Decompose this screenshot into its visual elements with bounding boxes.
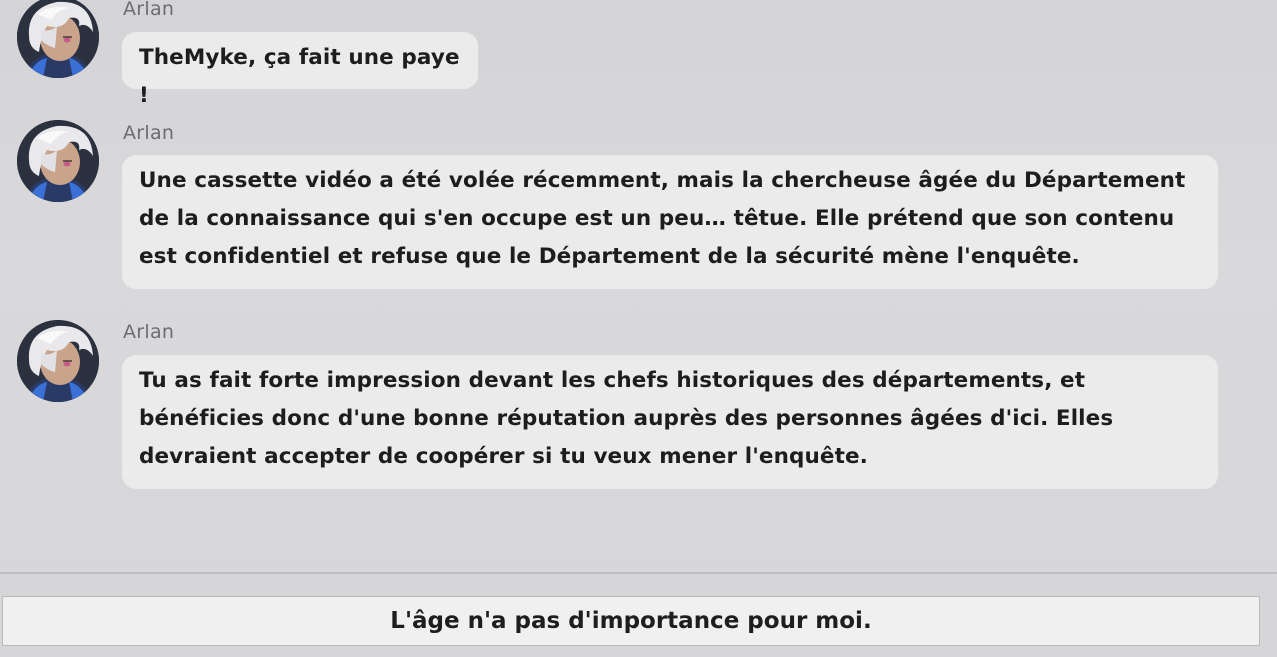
message-bubble: Tu as fait forte impression devant les c… [122, 355, 1218, 489]
avatar [17, 120, 99, 202]
reply-option-button[interactable]: L'âge n'a pas d'importance pour moi. [2, 596, 1260, 646]
sender-name: Arlan [123, 122, 175, 144]
chat-log: Arlan TheMyke, ça fait une paye ! Arlan … [0, 0, 1277, 572]
sender-name: Arlan [123, 0, 175, 20]
character-portrait-icon [17, 320, 99, 402]
sender-name: Arlan [123, 321, 175, 343]
message-bubble: Une cassette vidéo a été volée récemment… [122, 155, 1218, 289]
divider [0, 572, 1277, 574]
character-portrait-icon [17, 0, 99, 78]
avatar [17, 0, 99, 78]
avatar [17, 320, 99, 402]
message-bubble: TheMyke, ça fait une paye ! [122, 32, 478, 108]
character-portrait-icon [17, 120, 99, 202]
